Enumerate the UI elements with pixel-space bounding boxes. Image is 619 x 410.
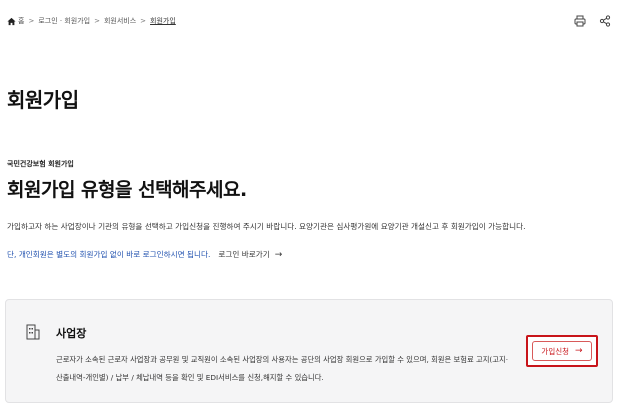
- share-button[interactable]: [596, 12, 613, 29]
- print-icon: [574, 15, 585, 26]
- share-icon: [599, 14, 610, 27]
- personal-member-note: 단, 개인회원은 별도의 회원가입 없이 바로 로그인하시면 됩니다.: [7, 250, 211, 259]
- section-headline: 회원가입 유형을 선택해주세요.: [7, 179, 247, 201]
- card-description-line: 산출내역-개인별) / 납부 / 체납내역 등을 확인 및 EDI서비스를 신청…: [56, 373, 324, 382]
- page-title: 회원가입: [7, 88, 79, 112]
- breadcrumb-home-label: 홈: [18, 17, 25, 25]
- building-icon: [26, 324, 40, 340]
- home-icon: [7, 17, 16, 25]
- breadcrumb: 홈 > 로그인 · 회원가입 > 회원서비스 > 회원가입: [7, 14, 176, 28]
- breadcrumb-separator: >: [140, 17, 147, 25]
- arrow-right-icon: →: [575, 346, 583, 356]
- section-eyebrow: 국민건강보험 회원가입: [7, 160, 74, 168]
- apply-button[interactable]: 가입신청 →: [526, 335, 598, 367]
- breadcrumb-separator: >: [28, 17, 35, 25]
- card-description-line: 근로자가 소속된 근로자 사업장과 공무원 및 교직원이 소속된 사업장의 사용…: [56, 355, 509, 364]
- login-shortcut-link[interactable]: 로그인 바로가기 →: [218, 249, 282, 260]
- arrow-right-icon: →: [274, 249, 283, 260]
- print-button[interactable]: [571, 12, 588, 29]
- breadcrumb-login-signup[interactable]: 로그인 · 회원가입: [38, 16, 90, 26]
- apply-button-inner: 가입신청 →: [532, 341, 592, 361]
- business-member-card: 사업장 근로자가 소속된 근로자 사업장과 공무원 및 교직원이 소속된 사업장…: [5, 299, 613, 403]
- note-row: 단, 개인회원은 별도의 회원가입 없이 바로 로그인하시면 됩니다. 로그인 …: [7, 249, 282, 260]
- breadcrumb-home[interactable]: 홈: [7, 16, 24, 26]
- page-actions: [571, 12, 613, 29]
- breadcrumb-member-service[interactable]: 회원서비스: [104, 16, 136, 26]
- card-title: 사업장: [56, 327, 87, 340]
- breadcrumb-current[interactable]: 회원가입: [150, 16, 176, 26]
- apply-button-label: 가입신청: [541, 346, 570, 356]
- section-description: 가입하고자 하는 사업장이나 기관의 유형을 선택하고 가입신청을 진행하여 주…: [7, 222, 526, 231]
- login-shortcut-label: 로그인 바로가기: [218, 250, 270, 259]
- breadcrumb-separator: >: [94, 17, 100, 25]
- card-description: 근로자가 소속된 근로자 사업장과 공무원 및 교직원이 소속된 사업장의 사용…: [56, 351, 526, 387]
